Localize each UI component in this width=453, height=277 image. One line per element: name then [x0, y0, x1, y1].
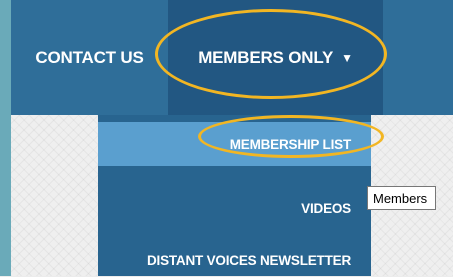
nav-members-only[interactable]: MEMBERS ONLY ▼: [168, 0, 383, 115]
nav-members-only-label: MEMBERS ONLY: [198, 47, 334, 67]
members-dropdown-menu: MEMBERSHIP LIST VIDEOS DISTANT VOICES NE…: [98, 115, 371, 276]
menu-item-label: DISTANT VOICES NEWSLETTER: [146, 252, 351, 268]
menu-item-label: MEMBERSHIP LIST: [229, 136, 351, 152]
left-accent-rail: [0, 0, 11, 276]
nav-contact-us[interactable]: CONTACT US: [11, 0, 168, 115]
top-navigation-bar: CONTACT US MEMBERS ONLY ▼: [11, 0, 453, 115]
menu-item-label: VIDEOS: [301, 200, 351, 216]
menu-item-videos[interactable]: VIDEOS: [98, 191, 371, 225]
menu-item-membership-list[interactable]: MEMBERSHIP LIST: [98, 122, 371, 166]
chevron-down-icon: ▼: [341, 50, 353, 65]
tooltip: Members: [367, 186, 437, 210]
nav-contact-us-label: CONTACT US: [35, 47, 144, 67]
tooltip-text: Members: [373, 190, 428, 206]
menu-item-distant-voices-newsletter[interactable]: DISTANT VOICES NEWSLETTER: [98, 243, 371, 277]
